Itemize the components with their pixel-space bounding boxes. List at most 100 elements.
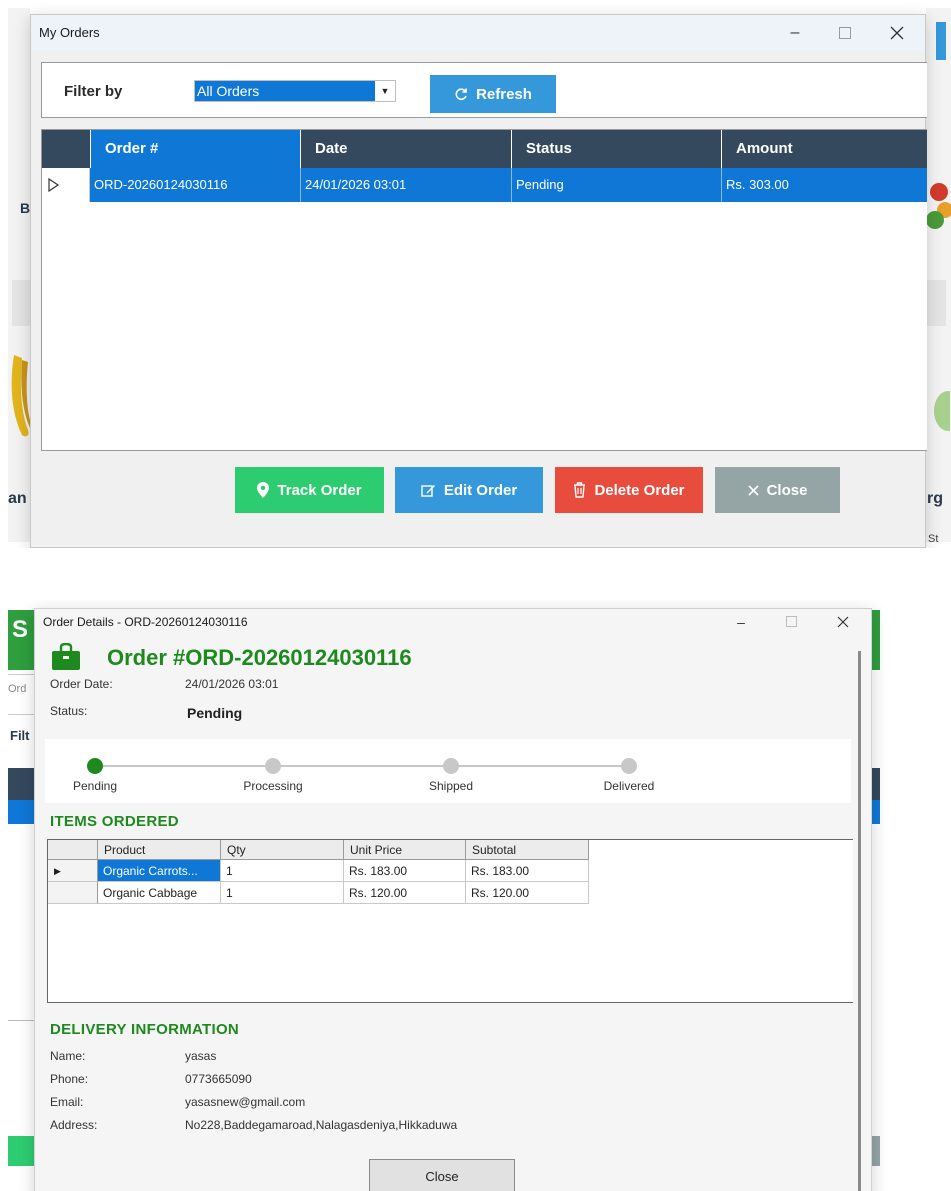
row-header-corner bbox=[48, 840, 98, 860]
background-text: S bbox=[12, 616, 29, 643]
background-text: rg bbox=[927, 490, 943, 507]
cell-qty[interactable]: 1 bbox=[221, 860, 344, 882]
cell-date[interactable]: 24/01/2026 03:01 bbox=[300, 168, 511, 202]
column-header-product[interactable]: Product bbox=[98, 840, 221, 860]
background-row-blue bbox=[8, 800, 36, 824]
filter-selected-value: All Orders bbox=[195, 81, 375, 101]
column-header-qty[interactable]: Qty bbox=[221, 840, 344, 860]
row-selector[interactable]: ▶ bbox=[48, 860, 98, 882]
cell-qty[interactable]: 1 bbox=[221, 882, 344, 904]
minimize-icon[interactable]: – bbox=[775, 21, 815, 45]
my-orders-window: My Orders – Filter by All Orders ▼ Refre… bbox=[30, 14, 927, 548]
title-bar: My Orders – bbox=[31, 15, 925, 51]
background-text: B bbox=[20, 200, 31, 216]
filter-label: Filter by bbox=[64, 83, 123, 100]
background-button-edge bbox=[8, 1136, 36, 1166]
close-label: Close bbox=[766, 481, 808, 499]
cell-product[interactable]: Organic Carrots... bbox=[98, 860, 221, 882]
filter-select[interactable]: All Orders ▼ bbox=[194, 80, 396, 102]
row-pointer-icon bbox=[48, 177, 60, 193]
cell-subtotal[interactable]: Rs. 120.00 bbox=[466, 882, 589, 904]
order-heading: Order #ORD-20260124030116 bbox=[107, 645, 412, 670]
column-header-unit-price[interactable]: Unit Price bbox=[344, 840, 466, 860]
background-strip bbox=[926, 280, 946, 326]
delete-order-button[interactable]: Delete Order bbox=[555, 467, 703, 513]
banana-image bbox=[11, 355, 30, 437]
refresh-icon bbox=[455, 88, 467, 100]
step-label-delivered: Delivered bbox=[603, 779, 655, 793]
column-header-amount[interactable]: Amount bbox=[721, 130, 928, 168]
items-grid[interactable]: Product Qty Unit Price Subtotal ▶ Organi… bbox=[47, 839, 853, 1003]
close-icon[interactable] bbox=[877, 21, 917, 45]
order-details-screenshot: S Ord Filt Order Details - ORD-202601240… bbox=[0, 600, 951, 1191]
order-date-value: 24/01/2026 03:01 bbox=[185, 677, 279, 691]
row-selector[interactable] bbox=[42, 168, 90, 202]
vegetables-image bbox=[926, 183, 951, 229]
edit-order-button[interactable]: Edit Order bbox=[395, 467, 543, 513]
orders-grid[interactable]: Order # Date Status Amount ORD-202601240… bbox=[41, 129, 927, 451]
background-header-dark bbox=[8, 768, 36, 800]
cell-product[interactable]: Organic Cabbage bbox=[98, 882, 221, 904]
background-app-right bbox=[926, 8, 951, 542]
my-orders-screenshot: B an rg St My Orders – Filter by All Ord… bbox=[0, 0, 951, 548]
background-text: Ord bbox=[8, 683, 27, 695]
background-app-left bbox=[8, 8, 30, 542]
cell-unit-price[interactable]: Rs. 183.00 bbox=[344, 860, 466, 882]
name-value: yasas bbox=[185, 1049, 217, 1063]
close-button[interactable]: Close bbox=[715, 467, 840, 513]
phone-label: Phone: bbox=[50, 1072, 89, 1086]
column-header-date[interactable]: Date bbox=[300, 130, 511, 168]
maximize-icon[interactable] bbox=[825, 21, 865, 45]
background-text: St bbox=[928, 533, 939, 545]
refresh-button[interactable]: Refresh bbox=[430, 75, 556, 113]
column-header-subtotal[interactable]: Subtotal bbox=[466, 840, 589, 860]
window-title: My Orders bbox=[39, 25, 100, 40]
trash-icon bbox=[574, 482, 586, 498]
cell-unit-price[interactable]: Rs. 120.00 bbox=[344, 882, 466, 904]
step-label-pending: Pending bbox=[72, 779, 118, 793]
phone-value: 0773665090 bbox=[185, 1072, 252, 1086]
edit-order-label: Edit Order bbox=[443, 481, 518, 499]
status-value: Pending bbox=[187, 705, 243, 721]
background-divider bbox=[8, 1020, 36, 1021]
maximize-icon[interactable] bbox=[771, 611, 811, 633]
progress-line bbox=[95, 765, 629, 767]
close-x-icon bbox=[747, 484, 759, 496]
close-icon[interactable] bbox=[823, 611, 863, 633]
status-label: Status: bbox=[50, 704, 88, 718]
window-title: Order Details - ORD-20260124030116 bbox=[43, 615, 248, 629]
background-button-edge bbox=[936, 22, 946, 60]
delete-order-label: Delete Order bbox=[594, 481, 685, 499]
cell-amount[interactable]: Rs. 303.00 bbox=[721, 168, 928, 202]
track-order-button[interactable]: Track Order bbox=[235, 467, 384, 513]
cell-subtotal[interactable]: Rs. 183.00 bbox=[466, 860, 589, 882]
row-selector[interactable] bbox=[48, 882, 98, 904]
step-dot-pending bbox=[87, 758, 103, 774]
minimize-icon[interactable]: – bbox=[721, 611, 761, 633]
step-label-processing: Processing bbox=[243, 779, 303, 793]
order-progress-tracker: Pending Processing Shipped Delivered bbox=[45, 739, 851, 803]
cell-status[interactable]: Pending bbox=[511, 168, 721, 202]
dropdown-arrow-icon[interactable]: ▼ bbox=[377, 81, 393, 101]
track-order-label: Track Order bbox=[277, 481, 362, 499]
column-header-status[interactable]: Status bbox=[511, 130, 721, 168]
vertical-scrollbar[interactable] bbox=[858, 651, 861, 1191]
items-ordered-heading: ITEMS ORDERED bbox=[50, 813, 179, 830]
background-divider bbox=[8, 674, 36, 675]
address-value: No228,Baddegamaroad,Nalagasdeniya,Hikkad… bbox=[185, 1118, 458, 1132]
title-bar: Order Details - ORD-20260124030116 – bbox=[35, 609, 871, 635]
email-label: Email: bbox=[50, 1095, 84, 1109]
order-details-window: Order Details - ORD-20260124030116 – Ord… bbox=[34, 608, 872, 1191]
background-text: an bbox=[8, 490, 27, 507]
background-text: Filt bbox=[10, 728, 30, 743]
edit-icon bbox=[421, 484, 435, 497]
cell-order-number[interactable]: ORD-20260124030116 bbox=[90, 168, 300, 202]
email-value: yasasnew@gmail.com bbox=[185, 1095, 306, 1109]
column-header-order[interactable]: Order # bbox=[90, 130, 300, 168]
step-dot-shipped bbox=[443, 758, 459, 774]
close-button[interactable]: Close bbox=[369, 1159, 515, 1191]
table-row[interactable]: ORD-20260124030116 24/01/2026 03:01 Pend… bbox=[42, 168, 927, 202]
row-header-corner bbox=[42, 130, 90, 168]
step-dot-processing bbox=[265, 758, 281, 774]
shopping-bag-icon bbox=[52, 643, 80, 670]
